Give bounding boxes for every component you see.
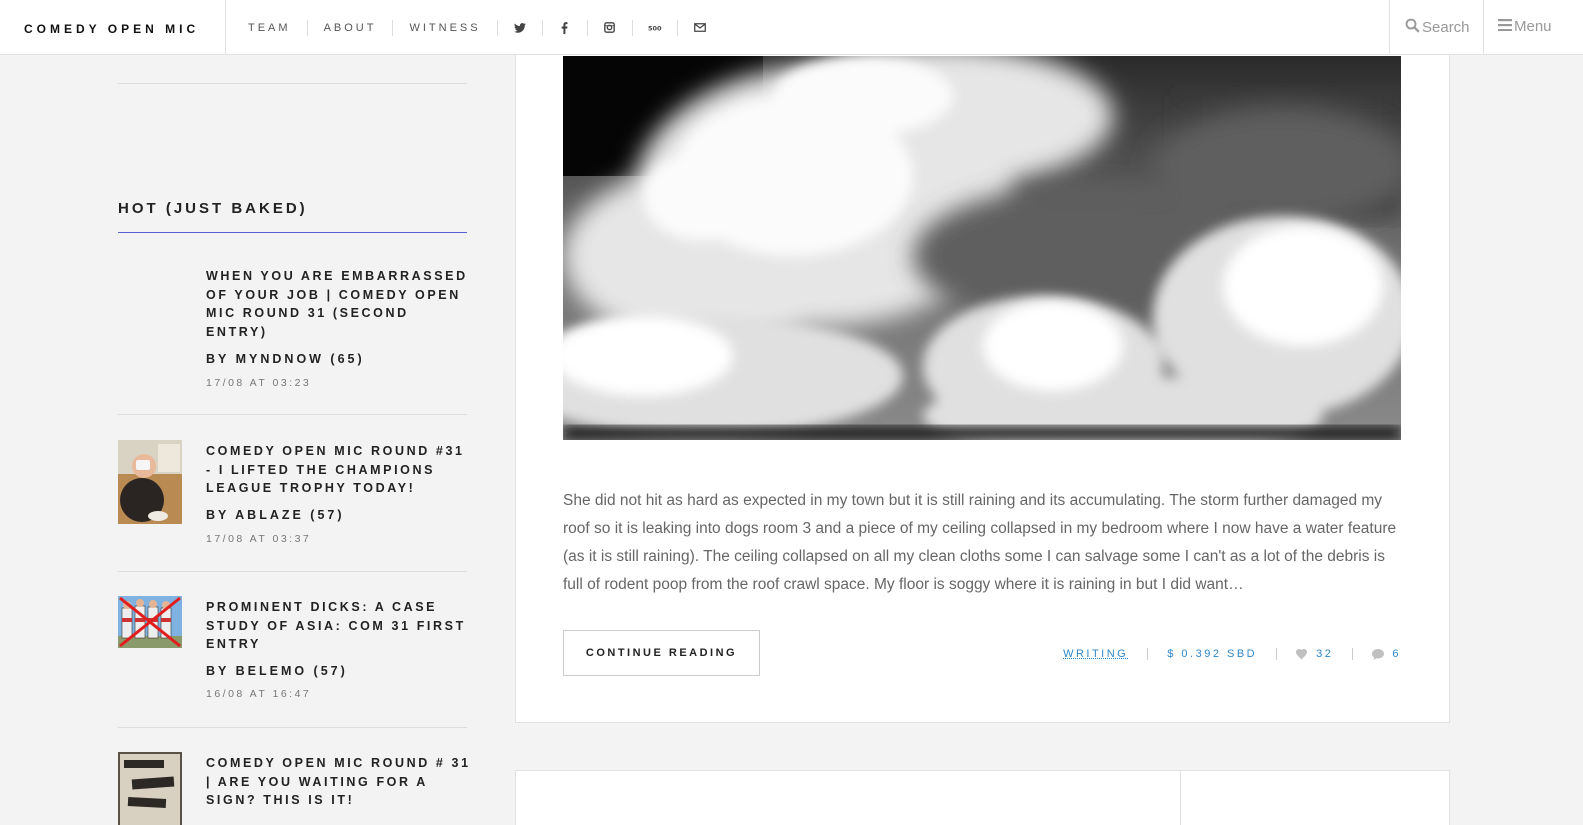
menu-button[interactable]: Menu — [1498, 18, 1552, 35]
divider — [118, 727, 467, 728]
email-icon[interactable] — [678, 18, 722, 38]
post-title-link[interactable]: COMEDY OPEN MIC ROUND # 31 | ARE YOU WAI… — [206, 754, 471, 810]
500px-icon[interactable]: 500 — [633, 18, 677, 38]
divider — [1180, 771, 1181, 825]
continue-reading-button[interactable]: CONTINUE READING — [563, 630, 760, 676]
post-thumbnail[interactable] — [118, 440, 182, 524]
search-button[interactable]: Search — [1405, 18, 1470, 37]
divider — [225, 0, 226, 55]
comment-icon — [1372, 649, 1384, 660]
divider — [118, 414, 467, 415]
payout-value: $ 0.392 SBD — [1167, 648, 1257, 660]
likes-count: 32 — [1316, 648, 1333, 660]
article-card: She did not hit as hard as expected in m… — [515, 0, 1450, 723]
comments-count: 6 — [1392, 648, 1401, 660]
divider — [1389, 0, 1390, 55]
next-article-card — [515, 770, 1450, 825]
svg-text:500: 500 — [648, 24, 662, 32]
article-meta: WRITING $ 0.392 SBD 32 6 — [1063, 648, 1401, 660]
sidebar-section-title: HOT (JUST BAKED) — [118, 200, 308, 217]
post-date: 17/08 AT 03:23 — [206, 377, 311, 389]
divider — [1276, 648, 1277, 660]
post-title-link[interactable]: WHEN YOU ARE EMBARRASSED OF YOUR JOB | C… — [206, 267, 471, 341]
post-date: 17/08 AT 03:37 — [206, 533, 311, 545]
likes-button[interactable]: 32 — [1296, 648, 1333, 660]
divider — [118, 83, 467, 84]
hamburger-icon — [1498, 18, 1512, 35]
divider — [1147, 648, 1148, 660]
article-excerpt: She did not hit as hard as expected in m… — [563, 487, 1405, 599]
main-nav: TEAM ABOUT WITNESS 500 — [232, 0, 722, 55]
comments-button[interactable]: 6 — [1372, 648, 1401, 660]
post-thumbnail[interactable] — [118, 752, 182, 825]
heart-icon — [1296, 649, 1308, 660]
article-hero-image[interactable] — [563, 56, 1401, 440]
post-thumbnail[interactable] — [118, 596, 182, 648]
search-label: Search — [1422, 19, 1470, 36]
post-date: 16/08 AT 16:47 — [206, 688, 311, 700]
section-title-underline — [118, 232, 467, 233]
instagram-icon[interactable] — [588, 18, 632, 38]
post-author-link[interactable]: BY ABLAZE (57) — [206, 508, 345, 522]
twitter-icon[interactable] — [498, 18, 542, 38]
top-navigation-bar: COMEDY OPEN MIC TEAM ABOUT WITNESS 500 S… — [0, 0, 1583, 55]
divider — [1483, 0, 1484, 55]
site-brand-link[interactable]: COMEDY OPEN MIC — [24, 22, 199, 36]
menu-label: Menu — [1514, 18, 1552, 35]
nav-item-about[interactable]: ABOUT — [308, 21, 393, 35]
divider — [1352, 648, 1353, 660]
post-author-link[interactable]: BY BELEMO (57) — [206, 664, 348, 678]
nav-item-witness[interactable]: WITNESS — [393, 21, 496, 35]
post-author-link[interactable]: BY MYNDNOW (65) — [206, 352, 365, 366]
divider — [118, 571, 467, 572]
post-title-link[interactable]: PROMINENT DICKS: A CASE STUDY OF ASIA: C… — [206, 598, 471, 654]
category-tag-link[interactable]: WRITING — [1063, 648, 1128, 660]
facebook-icon[interactable] — [543, 18, 587, 38]
nav-item-team[interactable]: TEAM — [232, 21, 307, 35]
search-icon — [1405, 18, 1420, 37]
post-title-link[interactable]: COMEDY OPEN MIC ROUND #31 - I LIFTED THE… — [206, 442, 471, 498]
